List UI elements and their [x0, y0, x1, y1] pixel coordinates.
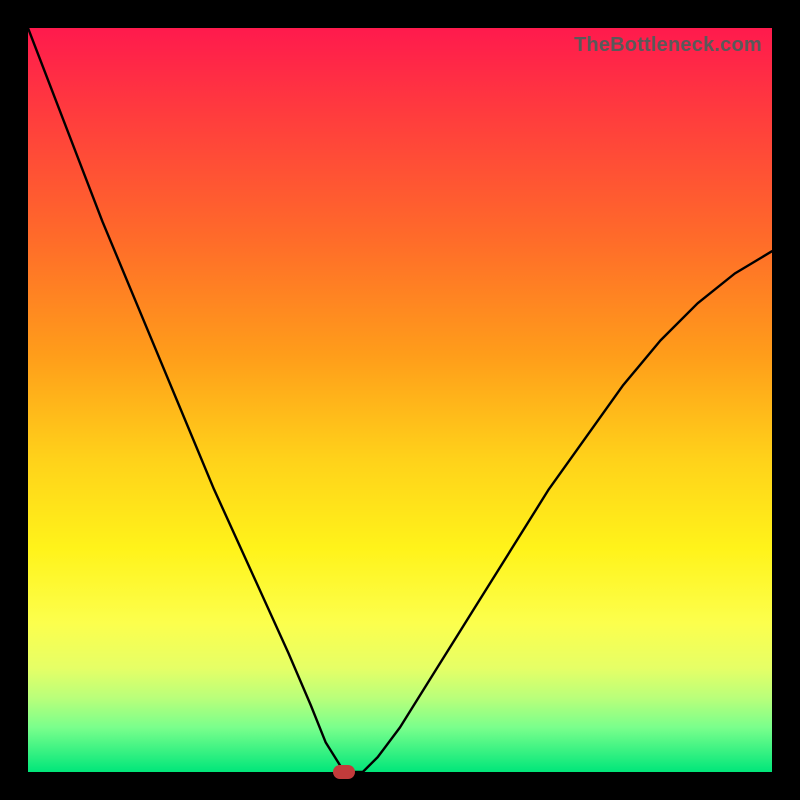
bottleneck-curve	[28, 28, 772, 772]
optimum-marker	[333, 765, 355, 779]
chart-frame: TheBottleneck.com	[0, 0, 800, 800]
plot-area: TheBottleneck.com	[28, 28, 772, 772]
